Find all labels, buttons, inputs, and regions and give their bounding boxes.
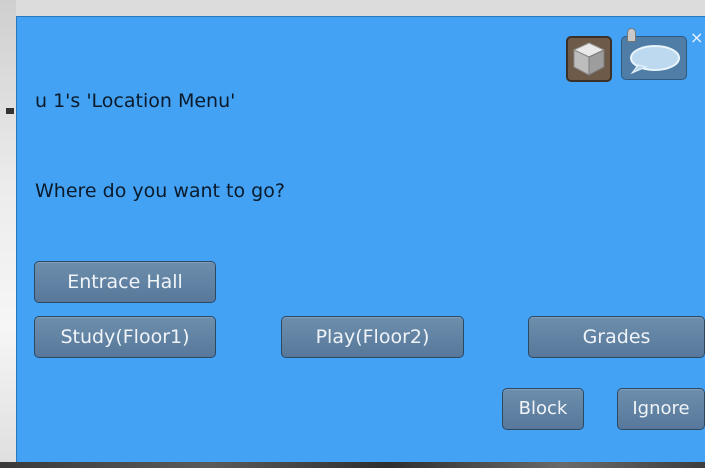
dialog-title: u 1's 'Location Menu' — [35, 90, 236, 112]
close-icon[interactable]: × — [690, 30, 703, 46]
background-scene-left — [0, 0, 16, 468]
voice-indicator-icon — [627, 28, 636, 42]
background-scene-top — [0, 0, 705, 16]
study-floor1-button[interactable]: Study(Floor1) — [34, 316, 216, 358]
block-button[interactable]: Block — [502, 388, 584, 430]
grades-button[interactable]: Grades — [528, 316, 705, 358]
speech-bubble-icon[interactable] — [621, 36, 687, 80]
background-scene-bottom — [0, 462, 705, 468]
ignore-button[interactable]: Ignore — [617, 388, 705, 430]
background-object — [6, 108, 14, 114]
entrance-hall-button[interactable]: Entrace Hall — [34, 261, 216, 303]
cube-icon[interactable] — [566, 36, 612, 82]
play-floor2-button[interactable]: Play(Floor2) — [281, 316, 464, 358]
dialog-message: Where do you want to go? — [35, 180, 285, 202]
